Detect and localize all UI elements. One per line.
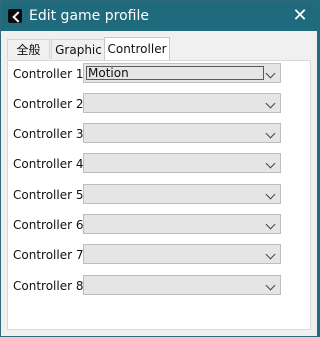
tab-controller[interactable]: Controller: [104, 37, 170, 61]
controller-4-label: Controller 4: [13, 157, 84, 171]
controller-3-select[interactable]: [83, 123, 281, 143]
controller-1-value: Motion: [88, 66, 129, 80]
chevron-down-icon: [265, 189, 276, 200]
tab-graphic[interactable]: Graphic: [51, 39, 106, 59]
controller-6-label: Controller 6: [13, 218, 84, 232]
title-bar[interactable]: Edit game profile ✕: [1, 1, 317, 31]
controller-6-select[interactable]: [83, 214, 281, 234]
controller-1-select[interactable]: Motion: [83, 63, 281, 83]
app-icon: [8, 9, 22, 23]
chevron-down-icon: [265, 219, 276, 230]
controller-2-label: Controller 2: [13, 97, 84, 111]
controller-4-select[interactable]: [83, 153, 281, 173]
chevron-down-icon: [265, 280, 276, 291]
controller-3-label: Controller 3: [13, 127, 84, 141]
tab-strip: 全般 Graphic Controller: [7, 37, 311, 61]
close-icon[interactable]: ✕: [289, 6, 311, 26]
controller-1-label: Controller 1: [13, 67, 84, 81]
chevron-down-icon: [265, 249, 276, 260]
chevron-down-icon: [265, 158, 276, 169]
controller-5-label: Controller 5: [13, 188, 84, 202]
chevron-down-icon: [265, 128, 276, 139]
controller-2-select[interactable]: [83, 93, 281, 113]
controller-7-select[interactable]: [83, 244, 281, 264]
tab-general[interactable]: 全般: [7, 39, 50, 59]
chevron-down-icon: [265, 68, 276, 79]
controller-5-select[interactable]: [83, 184, 281, 204]
controller-7-label: Controller 7: [13, 248, 84, 262]
edit-game-profile-window: Edit game profile ✕ 全般 Graphic Controlle…: [0, 0, 318, 337]
window-title: Edit game profile: [29, 8, 149, 24]
controller-8-select[interactable]: [83, 275, 281, 295]
controller-8-label: Controller 8: [13, 279, 84, 293]
chevron-down-icon: [265, 98, 276, 109]
